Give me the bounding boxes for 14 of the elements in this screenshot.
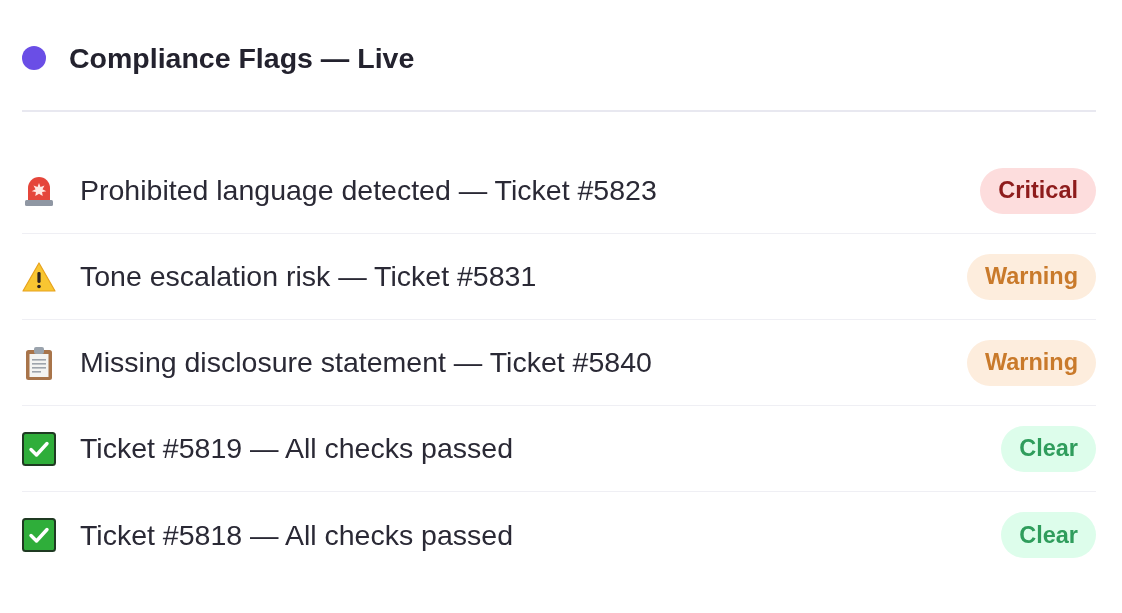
flag-text: Missing disclosure statement — Ticket #5840 [80,346,653,379]
status-badge: Clear [1001,425,1096,472]
status-badge: Clear [1001,512,1096,558]
status-badge: Warning [966,339,1096,386]
check-icon [22,431,56,466]
status-badge: Warning [966,253,1096,300]
flag-text: Prohibited language detected — Ticket #5823 [80,174,658,207]
flag-text: Ticket #5818 — All checks passed [80,518,514,552]
flag-text: Tone escalation risk — Ticket #5831 [80,260,538,293]
live-dot-icon [22,46,46,70]
panel-title: Compliance Flags — Live [69,41,415,75]
check-icon [22,518,56,552]
flag-text: Ticket #5819 — All checks passed [80,432,514,465]
status-badge: Critical [980,167,1096,214]
